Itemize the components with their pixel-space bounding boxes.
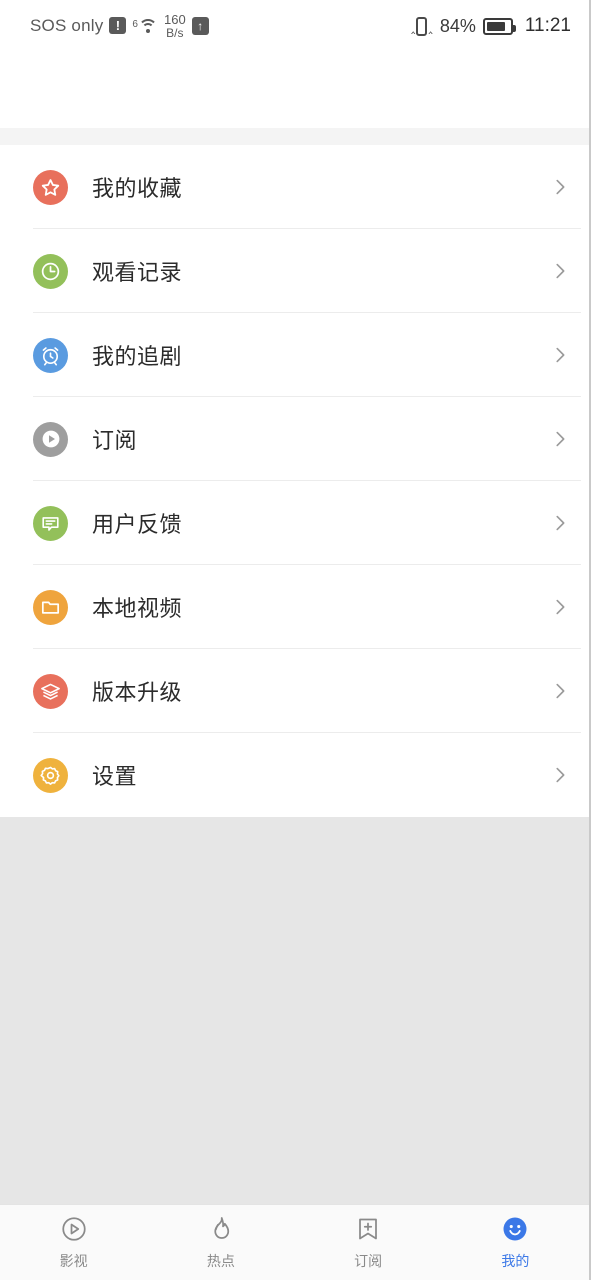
network-speed-value: 160 (163, 11, 186, 27)
gear-icon (33, 757, 68, 793)
wifi-glyph (138, 18, 158, 34)
chevron-right-icon (549, 764, 571, 786)
play-circle-icon (59, 1214, 89, 1244)
phone-screen: SOS only ! 6 160 B/s ↑ ‸ ‸ 84% 11:21 我的收… (0, 0, 591, 1280)
tab-mine[interactable]: 我的 (442, 1205, 589, 1280)
folder-icon (33, 589, 68, 625)
alarm-icon (33, 337, 68, 373)
status-bar-left: SOS only ! 6 160 B/s ↑ (30, 13, 209, 39)
list-item-local-video[interactable]: 本地视频 (0, 565, 589, 649)
list-item-label: 观看记录 (92, 260, 183, 285)
status-bar-right: ‸ ‸ 84% 11:21 (411, 15, 571, 37)
battery-percent-label: 84% (439, 15, 476, 36)
list-item-label: 我的收藏 (92, 176, 183, 201)
list-item-label: 本地视频 (92, 596, 183, 621)
flame-icon (206, 1214, 236, 1244)
list-item-history[interactable]: 观看记录 (0, 229, 589, 313)
chevron-right-icon (549, 428, 571, 450)
list-item-feedback[interactable]: 用户反馈 (0, 481, 589, 565)
chevron-right-icon (549, 680, 571, 702)
clock-label: 11:21 (524, 15, 571, 36)
layers-icon (33, 673, 68, 709)
bottom-tab-bar: 影视 热点 订阅 我的 (0, 1204, 589, 1280)
chevron-right-icon (549, 176, 571, 198)
list-item-label: 订阅 (92, 428, 138, 453)
upload-icon: ↑ (191, 16, 209, 35)
tab-subscribe[interactable]: 订阅 (295, 1205, 442, 1280)
list-item-label: 用户反馈 (92, 512, 183, 537)
network-speed: 160 B/s (164, 13, 186, 39)
carrier-label: SOS only (30, 15, 104, 35)
chat-icon (33, 505, 68, 541)
list-item-label: 设置 (92, 764, 138, 789)
section-gap-band (0, 128, 589, 145)
tab-movies[interactable]: 影视 (0, 1205, 147, 1280)
tab-hot[interactable]: 热点 (147, 1205, 294, 1280)
tab-label: 热点 (206, 1253, 235, 1269)
battery-icon (482, 17, 516, 35)
clock-icon (33, 253, 68, 289)
chevron-right-icon (549, 596, 571, 618)
tab-label: 我的 (501, 1253, 530, 1269)
play-icon (33, 421, 68, 457)
empty-content-area (0, 817, 589, 1204)
settings-list: 我的收藏 观看记录 我的追剧 订阅 用户反馈 本地视频 版本升级 设置 (0, 145, 589, 817)
status-bar: SOS only ! 6 160 B/s ↑ ‸ ‸ 84% 11:21 (0, 0, 589, 52)
tab-label: 影视 (59, 1253, 88, 1269)
header-area (0, 52, 589, 128)
list-item-subscriptions[interactable]: 订阅 (0, 397, 589, 481)
list-item-version-upgrade[interactable]: 版本升级 (0, 649, 589, 733)
chevron-right-icon (549, 344, 571, 366)
star-icon (33, 169, 68, 205)
tab-label: 订阅 (354, 1253, 383, 1269)
list-item-label: 版本升级 (92, 680, 183, 705)
chevron-right-icon (549, 512, 571, 534)
vibrate-icon: ‸ ‸ (411, 16, 433, 36)
list-item-following-shows[interactable]: 我的追剧 (0, 313, 589, 397)
alert-icon: ! (109, 17, 127, 35)
list-item-label: 我的追剧 (92, 344, 183, 369)
network-speed-unit: B/s (166, 25, 184, 40)
smiley-face-icon (500, 1214, 530, 1244)
list-item-settings[interactable]: 设置 (0, 733, 589, 817)
list-item-favorites[interactable]: 我的收藏 (0, 145, 589, 229)
wifi-icon: 6 (132, 18, 158, 34)
wifi-generation-label: 6 (132, 18, 138, 30)
chevron-right-icon (549, 260, 571, 282)
bookmark-plus-icon (353, 1214, 383, 1244)
